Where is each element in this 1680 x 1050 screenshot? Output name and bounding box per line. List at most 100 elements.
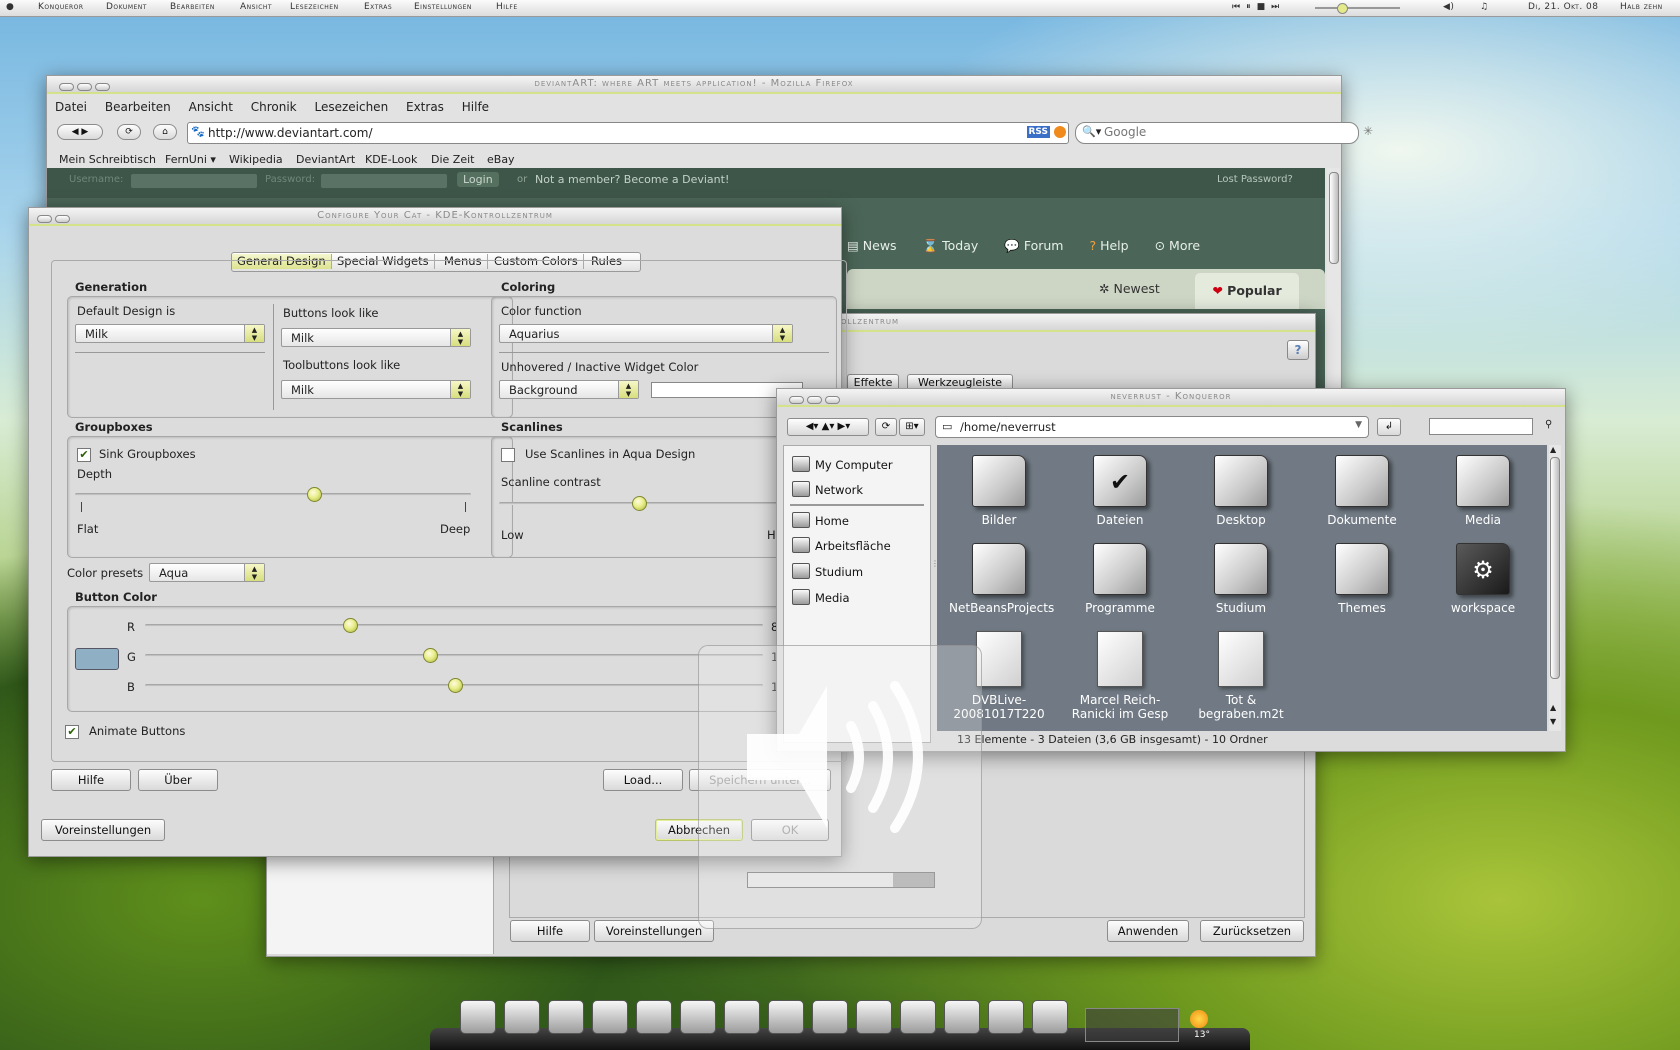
itunes-icon[interactable]: [636, 1000, 672, 1034]
file-item[interactable]: Desktop: [1191, 455, 1291, 527]
reload-icon[interactable]: ⟳: [117, 124, 141, 140]
bg-help-button[interactable]: Hilfe: [510, 920, 590, 942]
file-item[interactable]: Media: [1433, 455, 1533, 527]
ff-menu-bearbeiten[interactable]: Bearbeiten: [105, 100, 171, 114]
refresh-icon[interactable]: ⟳: [875, 418, 897, 436]
bookmark-mein-schreibtisch[interactable]: Mein Schreibtisch: [59, 153, 156, 166]
sink-groupboxes-checkbox[interactable]: ✔: [77, 448, 91, 462]
konq-search-input[interactable]: [1429, 418, 1533, 435]
safari-icon[interactable]: [504, 1000, 540, 1034]
become-deviant-link[interactable]: Not a member? Become a Deviant!: [535, 173, 729, 186]
system-icon[interactable]: [856, 1000, 892, 1034]
location-dropdown-icon[interactable]: ▼: [1355, 420, 1362, 430]
firefox-titlebar[interactable]: deviantART: where ART meets application!…: [47, 76, 1341, 94]
sidebar-item-network[interactable]: Network: [792, 481, 863, 497]
go-icon[interactable]: ↲: [1377, 418, 1401, 436]
sidebar-item-arbeitsflaeche[interactable]: Arbeitsfläche: [792, 537, 891, 553]
home-icon[interactable]: ⌂: [153, 124, 177, 140]
up-icon[interactable]: ▲: [822, 421, 830, 432]
drive-icon[interactable]: [680, 1000, 716, 1034]
file-item[interactable]: Tot & begraben.m2t: [1191, 631, 1291, 721]
menu-einstellungen[interactable]: Einstellungen: [414, 2, 472, 12]
apple-icon[interactable]: ●: [6, 2, 14, 12]
ff-menu-ansicht[interactable]: Ansicht: [189, 100, 233, 114]
trash-icon[interactable]: [944, 1000, 980, 1034]
pager-icon[interactable]: [1085, 1008, 1179, 1042]
lost-password-link[interactable]: Lost Password?: [1217, 174, 1293, 185]
button-color-swatch[interactable]: [75, 648, 119, 670]
file-item[interactable]: ⚙ workspace: [1433, 543, 1533, 615]
depth-slider-knob[interactable]: [306, 487, 322, 502]
menu-extras[interactable]: Extras: [364, 2, 392, 12]
g-slider-track[interactable]: [145, 654, 763, 657]
help-button[interactable]: Hilfe: [51, 769, 131, 791]
username-input[interactable]: [131, 174, 257, 188]
bookmark-ebay[interactable]: eBay: [487, 153, 515, 166]
scroll-up-icon[interactable]: ▲: [1550, 445, 1556, 454]
view-mode-icon[interactable]: ⊞▾: [899, 418, 925, 436]
file-item[interactable]: Themes: [1312, 543, 1412, 615]
menu-lesezeichen[interactable]: Lesezeichen: [290, 2, 339, 12]
nav-today[interactable]: Today: [942, 238, 978, 253]
url-text[interactable]: http://www.deviantart.com/: [208, 126, 373, 140]
scanline-contrast-knob[interactable]: [631, 496, 647, 511]
cube-icon[interactable]: [768, 1000, 804, 1034]
finder-icon[interactable]: [460, 1000, 496, 1034]
konq-scroll-thumb[interactable]: [1550, 457, 1560, 679]
file-item[interactable]: Marcel Reich-Ranicki im Gesp: [1070, 631, 1170, 721]
bookmark-kde-look[interactable]: KDE-Look: [365, 153, 417, 166]
scroll-down-icon[interactable]: ▼: [1550, 717, 1556, 726]
tab-popular[interactable]: ❤ Popular: [1195, 273, 1299, 309]
menu-hilfe[interactable]: Hilfe: [496, 2, 518, 12]
notes-icon[interactable]: [592, 1000, 628, 1034]
clock-date[interactable]: Di, 21. Okt. 08: [1528, 2, 1599, 12]
r-slider-knob[interactable]: [342, 618, 358, 633]
clock-icon[interactable]: [812, 1000, 848, 1034]
sidebar-item-my-computer[interactable]: My Computer: [792, 456, 893, 472]
sidebar-item-studium[interactable]: Studium: [792, 563, 863, 579]
terminal-icon[interactable]: [1032, 1000, 1068, 1034]
clock-time[interactable]: Halb zehn: [1620, 2, 1663, 12]
bookmark-wikipedia[interactable]: Wikipedia: [229, 153, 283, 166]
file-item[interactable]: Studium: [1191, 543, 1291, 615]
nav-more[interactable]: More: [1169, 238, 1200, 253]
back-forward-button[interactable]: ◀ ▶: [57, 124, 103, 140]
nav-help[interactable]: Help: [1100, 238, 1129, 253]
search-box[interactable]: 🔍▾: [1075, 122, 1359, 144]
konq-nav-arrows[interactable]: ◀▾ ▲▾ ▶▾: [787, 418, 869, 436]
firefox-scroll-thumb[interactable]: [1329, 172, 1339, 264]
use-scanlines-checkbox[interactable]: [501, 448, 515, 462]
login-button[interactable]: Login: [457, 172, 499, 187]
animate-buttons-checkbox[interactable]: ✔: [65, 725, 79, 739]
cat-titlebar[interactable]: Configure Your Cat - KDE-Kontrollzentrum: [29, 208, 841, 226]
tab-newest[interactable]: ✲ Newest: [1099, 281, 1160, 296]
search-input[interactable]: [1102, 124, 1336, 140]
ff-menu-chronik[interactable]: Chronik: [251, 100, 297, 114]
sidebar-item-home[interactable]: Home: [792, 512, 849, 528]
file-item[interactable]: Dokumente: [1312, 455, 1412, 527]
media-seek-knob[interactable]: [1337, 3, 1348, 14]
sidebar-item-media[interactable]: Media: [792, 589, 850, 605]
r-slider-track[interactable]: [145, 624, 763, 627]
color-presets-select[interactable]: Aqua ▲ ▼: [149, 563, 265, 582]
default-design-select[interactable]: Milk ▲ ▼: [75, 324, 265, 343]
ff-menu-datei[interactable]: Datei: [55, 100, 87, 114]
weather-sun-icon[interactable]: [1190, 1010, 1208, 1028]
load-button[interactable]: Load...: [603, 769, 683, 791]
media-controls-icon[interactable]: ⏮⏸■⏭: [1232, 2, 1285, 12]
nav-forum[interactable]: Forum: [1024, 238, 1064, 253]
whats-this-icon[interactable]: ?: [1287, 340, 1311, 360]
toolbuttons-look-select[interactable]: Milk ▲ ▼: [281, 380, 471, 399]
defaults-button[interactable]: Voreinstellungen: [41, 819, 165, 841]
music-icon[interactable]: ♫: [1480, 2, 1489, 12]
url-bar[interactable]: 🐾 http://www.deviantart.com/ RSS: [187, 122, 1069, 144]
volume-icon[interactable]: ◀): [1443, 2, 1454, 12]
file-item[interactable]: ✔ Dateien: [1070, 455, 1170, 527]
forward-icon[interactable]: ▶: [838, 421, 846, 432]
file-item[interactable]: Programme: [1070, 543, 1170, 615]
scroll-up-icon[interactable]: ▲: [1550, 703, 1556, 712]
bg-reset-button[interactable]: Zurücksetzen: [1200, 920, 1304, 942]
konq-scrollbar[interactable]: ▲ ▲ ▼: [1549, 445, 1561, 731]
feed-icon[interactable]: [1054, 126, 1066, 138]
depth-slider-track[interactable]: [75, 493, 471, 496]
